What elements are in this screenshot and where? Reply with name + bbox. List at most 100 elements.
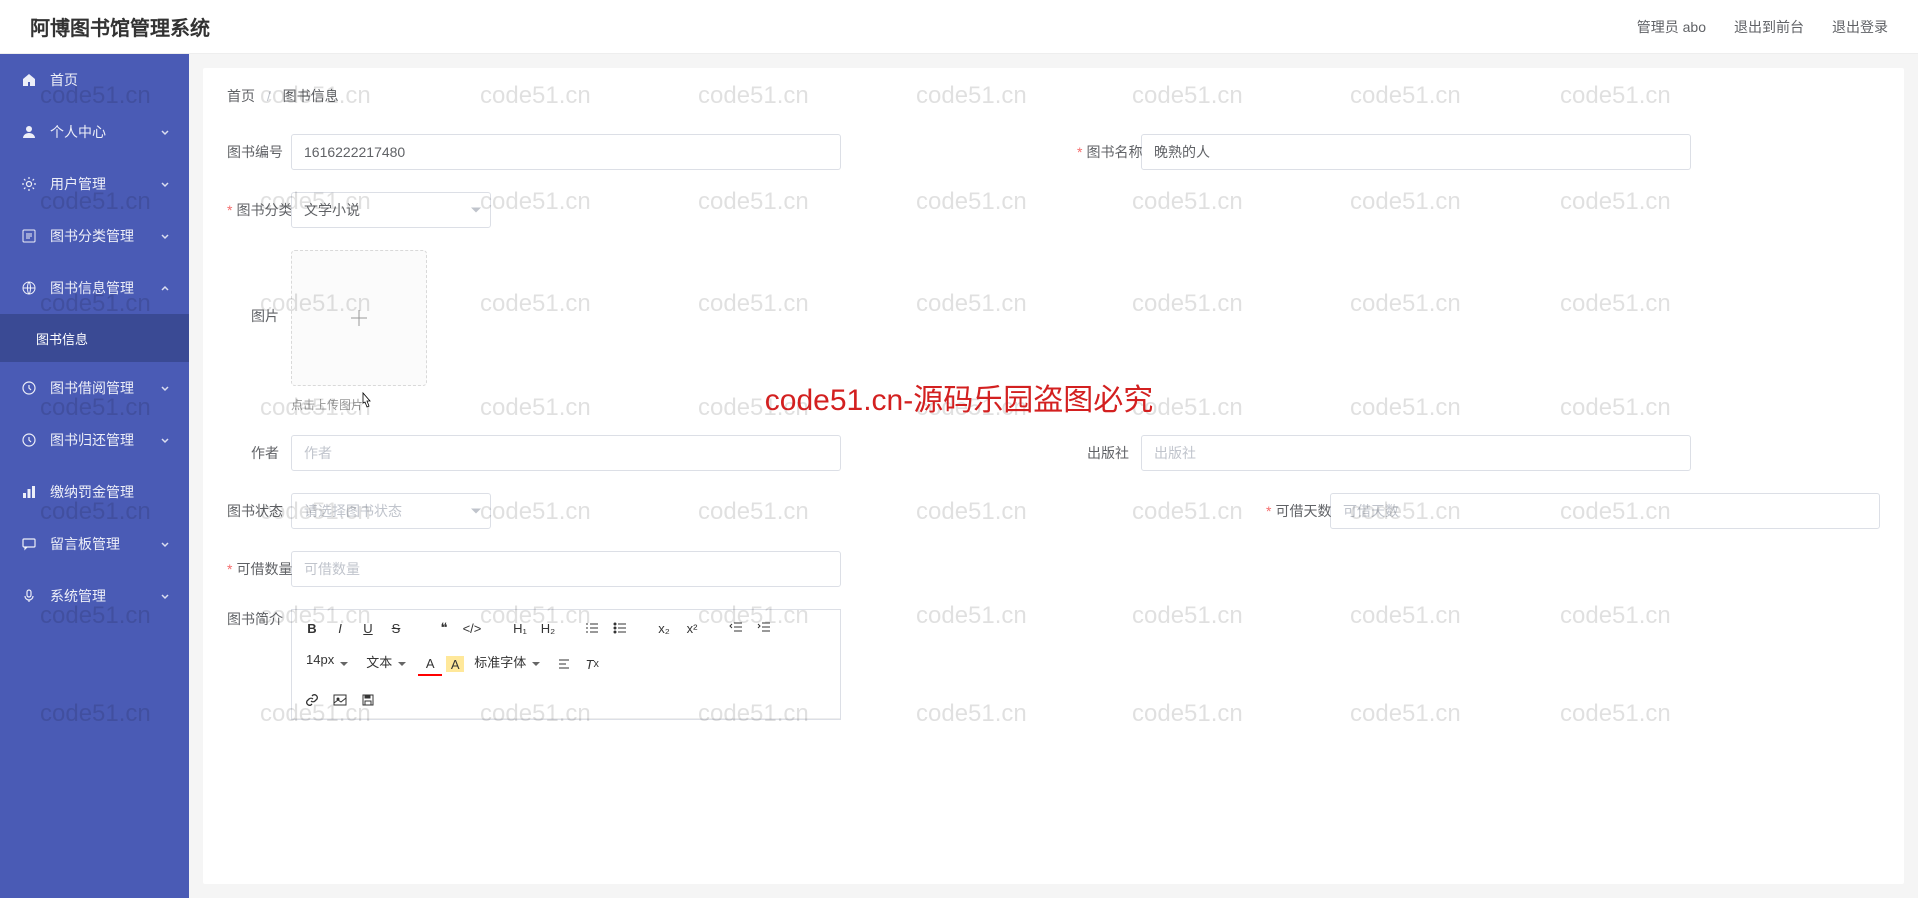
fontsize-select[interactable]: 14px: [306, 652, 350, 676]
sidebar-item-categories[interactable]: 图书分类管理: [0, 210, 189, 262]
upload-hint: 点击上传图片: [291, 396, 427, 413]
breadcrumb-separator: /: [267, 88, 271, 104]
texttype-select[interactable]: 文本: [366, 652, 408, 676]
clock-icon: [20, 431, 38, 449]
chevron-down-icon: [159, 178, 171, 190]
align-icon[interactable]: [552, 652, 576, 676]
gear-icon: [20, 175, 38, 193]
category-select[interactable]: [291, 192, 491, 228]
author-input[interactable]: [291, 435, 841, 471]
sidebar-item-borrow[interactable]: 图书借阅管理: [0, 362, 189, 414]
image-label: 图片: [227, 250, 291, 326]
sidebar-item-home[interactable]: 首页: [0, 54, 189, 106]
clock-icon: [20, 379, 38, 397]
intro-label: 图书简介: [227, 609, 291, 629]
header-right: 管理员 abo 退出到前台 退出登录: [1637, 17, 1888, 37]
sidebar-item-label: 个人中心: [50, 122, 106, 142]
sidebar-subitem-book-info[interactable]: 图书信息: [0, 314, 189, 362]
sidebar-subitem-label: 图书信息: [36, 329, 88, 348]
plus-icon: [345, 304, 373, 332]
h1-icon[interactable]: H₁: [508, 616, 532, 640]
bg-color-icon[interactable]: A: [446, 656, 464, 672]
chevron-down-icon: [159, 590, 171, 602]
image-upload-box[interactable]: [291, 250, 427, 386]
book-name-label: 图书名称: [1077, 142, 1141, 162]
sidebar-item-label: 用户管理: [50, 174, 106, 194]
app-logo: 阿博图书馆管理系统: [30, 12, 210, 41]
publisher-label: 出版社: [1077, 443, 1141, 463]
breadcrumb-home[interactable]: 首页: [227, 88, 255, 104]
borrow-days-input[interactable]: [1330, 493, 1880, 529]
sidebar-item-label: 缴纳罚金管理: [50, 482, 134, 502]
sidebar-item-label: 首页: [50, 70, 78, 90]
superscript-icon[interactable]: x²: [680, 616, 704, 640]
breadcrumb: 首页 / 图书信息: [203, 68, 1904, 124]
sidebar-item-label: 图书归还管理: [50, 430, 134, 450]
fontfamily-select[interactable]: 标准字体: [474, 652, 542, 676]
subscript-icon[interactable]: x₂: [652, 616, 676, 640]
sidebar-item-label: 图书分类管理: [50, 226, 134, 246]
status-select[interactable]: [291, 493, 491, 529]
ordered-list-icon[interactable]: [580, 616, 604, 640]
chat-icon: [20, 535, 38, 553]
chevron-down-icon: [159, 538, 171, 550]
image-icon[interactable]: [328, 688, 352, 712]
sidebar-item-messages[interactable]: 留言板管理: [0, 518, 189, 570]
header: 阿博图书馆管理系统 管理员 abo 退出到前台 退出登录: [0, 0, 1918, 54]
sidebar: 首页 个人中心 用户管理 图书分类管理 图书信息管理 图书信息 图书借阅管理: [0, 54, 189, 898]
unordered-list-icon[interactable]: [608, 616, 632, 640]
bar-icon: [20, 483, 38, 501]
sidebar-item-system[interactable]: 系统管理: [0, 570, 189, 622]
home-icon: [20, 71, 38, 89]
exit-front-link[interactable]: 退出到前台: [1734, 17, 1804, 37]
sidebar-item-users[interactable]: 用户管理: [0, 158, 189, 210]
editor-toolbar: B I U S ❝ </> H₁ H₂ x₂: [292, 610, 840, 719]
chevron-down-icon: [159, 230, 171, 242]
h2-icon[interactable]: H₂: [536, 616, 560, 640]
borrow-days-label: 可借天数: [1266, 501, 1330, 521]
sidebar-item-label: 系统管理: [50, 586, 106, 606]
link-icon[interactable]: [300, 688, 324, 712]
admin-label[interactable]: 管理员 abo: [1637, 17, 1706, 37]
quote-icon[interactable]: ❝: [432, 616, 456, 640]
clear-format-icon[interactable]: Tx: [580, 652, 604, 676]
user-icon: [20, 123, 38, 141]
sidebar-item-label: 留言板管理: [50, 534, 120, 554]
borrow-qty-label: 可借数量: [227, 559, 291, 579]
main-content: 首页 / 图书信息 图书编号 图书名称 图书分类: [203, 68, 1904, 884]
save-icon[interactable]: [356, 688, 380, 712]
chevron-up-icon: [159, 282, 171, 294]
sidebar-item-books[interactable]: 图书信息管理: [0, 262, 189, 314]
breadcrumb-current: 图书信息: [283, 88, 339, 104]
book-id-label: 图书编号: [227, 142, 291, 162]
sidebar-item-profile[interactable]: 个人中心: [0, 106, 189, 158]
sidebar-item-return[interactable]: 图书归还管理: [0, 414, 189, 466]
book-form: 图书编号 图书名称 图书分类 图片: [203, 124, 1904, 766]
sidebar-item-label: 图书信息管理: [50, 278, 134, 298]
chevron-down-icon: [159, 382, 171, 394]
bold-icon[interactable]: B: [300, 616, 324, 640]
publisher-input[interactable]: [1141, 435, 1691, 471]
list-icon: [20, 227, 38, 245]
status-label: 图书状态: [227, 501, 291, 521]
chevron-down-icon: [159, 126, 171, 138]
rich-text-editor: B I U S ❝ </> H₁ H₂ x₂: [291, 609, 841, 720]
sidebar-item-label: 图书借阅管理: [50, 378, 134, 398]
italic-icon[interactable]: I: [328, 616, 352, 640]
logout-link[interactable]: 退出登录: [1832, 17, 1888, 37]
book-id-input[interactable]: [291, 134, 841, 170]
globe-icon: [20, 279, 38, 297]
category-label: 图书分类: [227, 200, 291, 220]
book-name-input[interactable]: [1141, 134, 1691, 170]
borrow-qty-input[interactable]: [291, 551, 841, 587]
indent-icon[interactable]: [752, 616, 776, 640]
sidebar-item-fines[interactable]: 缴纳罚金管理: [0, 466, 189, 518]
author-label: 作者: [227, 443, 291, 463]
underline-icon[interactable]: U: [356, 616, 380, 640]
mic-icon: [20, 587, 38, 605]
code-icon[interactable]: </>: [460, 616, 484, 640]
chevron-down-icon: [159, 434, 171, 446]
text-color-icon[interactable]: A: [418, 652, 442, 676]
strike-icon[interactable]: S: [384, 616, 408, 640]
outdent-icon[interactable]: [724, 616, 748, 640]
